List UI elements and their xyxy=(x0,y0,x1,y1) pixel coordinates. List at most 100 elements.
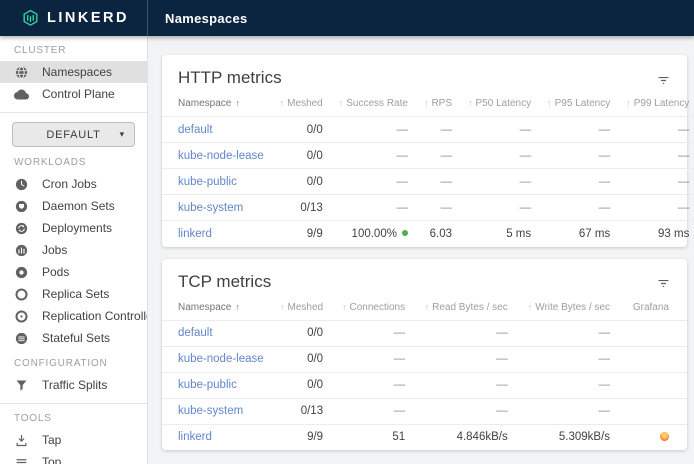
grafana-icon[interactable] xyxy=(660,432,669,441)
column-header-namespace[interactable]: Namespace↑ xyxy=(162,296,272,321)
sidebar-item-label: Control Plane xyxy=(42,87,115,101)
namespace-link[interactable]: linkerd xyxy=(178,431,212,443)
sidebar-item-replica-sets[interactable]: Replica Sets xyxy=(0,283,147,305)
cell-p50: 5 ms xyxy=(460,221,539,247)
cell-rps: — xyxy=(416,195,460,221)
namespace-link[interactable]: kube-public xyxy=(178,176,237,188)
namespace-link[interactable]: kube-system xyxy=(178,405,243,417)
column-header-rps[interactable]: ↑RPS xyxy=(416,92,460,117)
column-header-read[interactable]: ↑Read Bytes / sec xyxy=(413,296,516,321)
namespace-link[interactable]: default xyxy=(178,327,213,339)
cell-grafana xyxy=(618,398,687,424)
sidebar-item-label: Cron Jobs xyxy=(42,177,97,191)
column-header-label: Namespace xyxy=(178,98,231,109)
cell-read: — xyxy=(413,346,516,372)
cell-meshed: 0/0 xyxy=(272,320,331,346)
namespace-selector-value: DEFAULT xyxy=(46,129,100,141)
table-header-row: Namespace↑↑Meshed↑Success Rate↑RPS↑P50 L… xyxy=(162,92,694,117)
table-row-default: default0/0——— xyxy=(162,320,687,346)
page-title: Namespaces xyxy=(165,11,248,26)
cell-namespace: kube-public xyxy=(162,372,272,398)
sidebar-item-label: Daemon Sets xyxy=(42,199,115,213)
namespace-link[interactable]: default xyxy=(178,124,213,136)
cell-p50: — xyxy=(460,195,539,221)
sort-arrow-icon[interactable]: ↑ xyxy=(342,302,347,312)
column-header-label: Connections xyxy=(350,302,406,313)
namespace-link[interactable]: linkerd xyxy=(178,228,212,240)
sort-arrow-icon[interactable]: ↑ xyxy=(235,302,240,312)
sort-arrow-icon[interactable]: ↑ xyxy=(235,98,240,108)
filter-icon[interactable] xyxy=(653,274,673,294)
cell-p99: — xyxy=(618,195,694,221)
sidebar-item-namespaces[interactable]: Namespaces xyxy=(0,61,147,83)
cell-success-rate: — xyxy=(331,143,416,169)
cell-meshed: 0/0 xyxy=(272,117,331,143)
sort-arrow-icon[interactable]: ↑ xyxy=(424,98,429,108)
cell-p95: 67 ms xyxy=(539,221,618,247)
namespace-selector-dropdown[interactable]: DEFAULT▾ xyxy=(12,122,135,147)
cell-success-rate: — xyxy=(331,117,416,143)
daemon-sets-icon xyxy=(14,199,29,214)
filter-icon[interactable] xyxy=(653,70,673,90)
sidebar-item-deployments[interactable]: Deployments xyxy=(0,217,147,239)
sidebar-item-daemon-sets[interactable]: Daemon Sets xyxy=(0,195,147,217)
sidebar-item-label: Stateful Sets xyxy=(42,331,110,345)
cell-write: — xyxy=(516,320,618,346)
column-header-grafana[interactable]: Grafana xyxy=(618,296,687,321)
sort-arrow-icon[interactable]: ↑ xyxy=(425,302,430,312)
table-row-default: default0/0————— xyxy=(162,117,694,143)
sort-arrow-icon[interactable]: ↑ xyxy=(547,98,552,108)
column-header-connections[interactable]: ↑Connections xyxy=(331,296,413,321)
column-header-success-rate[interactable]: ↑Success Rate xyxy=(331,92,416,117)
sort-arrow-icon[interactable]: ↑ xyxy=(280,302,285,312)
sidebar-item-label: Replica Sets xyxy=(42,287,109,301)
sidebar-item-cron-jobs[interactable]: Cron Jobs xyxy=(0,173,147,195)
cell-namespace: kube-system xyxy=(162,398,272,424)
linkerd-dashboard: LINKERD Namespaces CLUSTERNamespacesCont… xyxy=(0,0,694,464)
sort-arrow-icon[interactable]: ↑ xyxy=(339,98,344,108)
sidebar-item-tap[interactable]: Tap xyxy=(0,429,147,451)
sidebar-item-jobs[interactable]: Jobs xyxy=(0,239,147,261)
column-header-meshed[interactable]: ↑Meshed xyxy=(272,296,331,321)
column-header-p99[interactable]: ↑P99 Latency xyxy=(618,92,694,117)
column-header-label: RPS xyxy=(431,98,452,109)
sort-arrow-icon[interactable]: ↑ xyxy=(626,98,631,108)
column-header-namespace[interactable]: Namespace ↑ xyxy=(162,92,272,117)
cell-write: — xyxy=(516,346,618,372)
sort-arrow-icon[interactable]: ↑ xyxy=(280,98,285,108)
column-header-label: Meshed xyxy=(287,98,323,109)
column-header-label: P99 Latency xyxy=(634,98,690,109)
cell-rps: — xyxy=(416,169,460,195)
cell-write: — xyxy=(516,398,618,424)
namespace-link[interactable]: kube-system xyxy=(178,202,243,214)
cell-p99: 93 ms xyxy=(618,221,694,247)
sidebar-item-traffic-splits[interactable]: Traffic Splits xyxy=(0,374,147,396)
table-row-linkerd: linkerd9/9100.00%6.035 ms67 ms93 ms xyxy=(162,221,694,247)
cell-p50: — xyxy=(460,117,539,143)
linkerd-logo[interactable]: LINKERD xyxy=(0,0,148,36)
column-header-p95[interactable]: ↑P95 Latency xyxy=(539,92,618,117)
cell-success-rate: — xyxy=(331,169,416,195)
cell-meshed: 0/0 xyxy=(272,143,331,169)
sidebar-sections: CLUSTERNamespacesControl PlaneDEFAULT▾WO… xyxy=(0,36,147,464)
cell-meshed: 0/13 xyxy=(272,398,331,424)
cron-jobs-icon xyxy=(14,177,29,192)
cell-write: — xyxy=(516,372,618,398)
column-header-label: P50 Latency xyxy=(476,98,532,109)
sidebar-item-top[interactable]: Top xyxy=(0,451,147,464)
column-header-meshed[interactable]: ↑Meshed xyxy=(272,92,331,117)
column-header-write[interactable]: ↑Write Bytes / sec xyxy=(516,296,618,321)
sidebar-item-stateful-sets[interactable]: Stateful Sets xyxy=(0,327,147,349)
namespace-link[interactable]: kube-public xyxy=(178,379,237,391)
sort-arrow-icon[interactable]: ↑ xyxy=(528,302,533,312)
namespace-link[interactable]: kube-node-lease xyxy=(178,353,264,365)
cell-connections: 51 xyxy=(331,424,413,450)
sidebar-item-pods[interactable]: Pods xyxy=(0,261,147,283)
column-header-p50[interactable]: ↑P50 Latency xyxy=(460,92,539,117)
cell-connections: — xyxy=(331,398,413,424)
namespace-link[interactable]: kube-node-lease xyxy=(178,150,264,162)
stateful-sets-icon xyxy=(14,331,29,346)
sidebar-item-replication-controllers[interactable]: Replication Controllers xyxy=(0,305,147,327)
sidebar-item-control-plane[interactable]: Control Plane xyxy=(0,83,147,105)
sort-arrow-icon[interactable]: ↑ xyxy=(468,98,473,108)
